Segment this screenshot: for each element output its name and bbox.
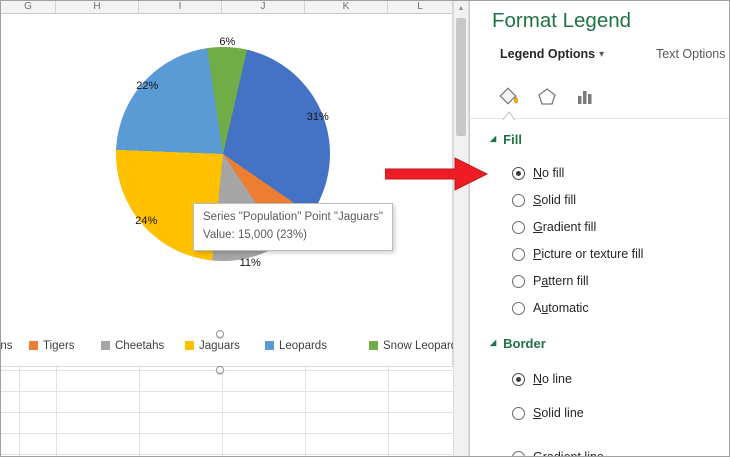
radio-label: No fill xyxy=(533,166,565,180)
tooltip-line2: Value: 15,000 (23%) xyxy=(203,228,307,241)
worksheet-grid[interactable] xyxy=(1,367,453,456)
radio-button[interactable] xyxy=(512,274,525,288)
pentagon-icon xyxy=(538,88,556,105)
radio-solid-fill[interactable]: Solid fill xyxy=(512,192,576,208)
radio-button[interactable] xyxy=(512,301,525,315)
collapse-triangle-icon: ◢ xyxy=(490,337,497,347)
size-properties-tab[interactable] xyxy=(570,83,600,111)
column-header[interactable]: K xyxy=(305,1,388,13)
text-options-tab[interactable]: Text Options xyxy=(656,47,725,61)
radio-label: Gradient line xyxy=(533,450,604,457)
legend-options-dropdown[interactable]: Legend Options ▾ xyxy=(500,47,604,61)
radio-label: Picture or texture fill xyxy=(533,247,644,261)
active-tab-caret xyxy=(502,111,516,120)
legend-swatch xyxy=(369,341,378,350)
vertical-scrollbar[interactable]: ▲ xyxy=(453,1,469,456)
legend-item[interactable]: Leopards xyxy=(265,337,327,354)
chevron-down-icon: ▾ xyxy=(599,48,605,60)
excel-window: G H I J K L 31%6%11%24%22%6% Lions Tiger… xyxy=(0,0,730,457)
bar-chart-icon xyxy=(578,91,592,104)
panel-title: Format Legend xyxy=(492,9,632,32)
border-section-title: Border xyxy=(503,335,546,351)
radio-label: No line xyxy=(533,372,572,386)
radio-button[interactable] xyxy=(512,450,525,456)
legend-item[interactable]: Snow Leopards xyxy=(369,337,453,354)
legend-item[interactable]: Cheetahs xyxy=(101,337,164,354)
radio-gradient-fill[interactable]: Gradient fill xyxy=(512,219,596,235)
legend-label: Jaguars xyxy=(199,339,240,352)
selection-handle-top[interactable] xyxy=(216,330,224,338)
paint-bucket-icon xyxy=(499,87,518,105)
border-section-header[interactable]: ◢ Border xyxy=(490,335,546,351)
column-header[interactable]: G xyxy=(1,1,56,13)
scrollbar-thumb[interactable] xyxy=(456,18,466,136)
legend-options-label: Legend Options xyxy=(500,47,596,61)
chart-legend: Lions Tigers Cheetahs Jaguars Leopards S… xyxy=(1,337,453,354)
legend-item[interactable]: Lions xyxy=(1,337,13,354)
radio-button[interactable] xyxy=(512,247,525,261)
column-header[interactable]: H xyxy=(56,1,139,13)
radio-button[interactable] xyxy=(512,372,525,386)
radio-label: Solid fill xyxy=(533,193,577,207)
fill-section-header[interactable]: ◢ Fill xyxy=(490,131,522,147)
selection-handle-bottom[interactable] xyxy=(216,366,224,374)
legend-label: Snow Leopards xyxy=(383,339,453,352)
column-header[interactable]: J xyxy=(222,1,305,13)
collapse-triangle-icon: ◢ xyxy=(490,133,497,143)
column-header-row: G H I J K L xyxy=(1,1,453,14)
radio-button[interactable] xyxy=(512,193,525,207)
radio-button[interactable] xyxy=(512,166,525,180)
legend-label: Lions xyxy=(1,339,13,352)
fill-section-title: Fill xyxy=(503,131,522,147)
legend-swatch xyxy=(29,341,38,350)
radio-no-line[interactable]: No line xyxy=(512,371,572,387)
legend-label: Tigers xyxy=(43,339,75,352)
pie-data-label: 6% xyxy=(219,35,236,48)
legend-item[interactable]: Jaguars xyxy=(185,337,240,354)
column-header[interactable]: I xyxy=(139,1,222,13)
radio-no-fill[interactable]: No fill xyxy=(512,165,564,181)
fill-and-line-tab[interactable] xyxy=(494,83,524,111)
radio-label: Gradient fill xyxy=(533,220,597,234)
scroll-up-icon[interactable]: ▲ xyxy=(454,1,468,16)
radio-label: Pattern fill xyxy=(533,274,589,288)
radio-label: Solid line xyxy=(533,406,584,420)
effects-tab[interactable] xyxy=(532,83,562,111)
legend-swatch xyxy=(185,341,194,350)
radio-solid-line[interactable]: Solid line xyxy=(512,405,584,421)
legend-swatch xyxy=(265,341,274,350)
radio-automatic[interactable]: Automatic xyxy=(512,300,589,316)
radio-button[interactable] xyxy=(512,220,525,234)
chart-tooltip: Series "Population" Point "Jaguars" Valu… xyxy=(193,203,393,251)
legend-label: Leopards xyxy=(279,339,327,352)
radio-button[interactable] xyxy=(512,406,525,420)
legend-label: Cheetahs xyxy=(115,339,165,352)
column-header[interactable]: L xyxy=(388,1,453,13)
radio-label: Automatic xyxy=(533,301,589,315)
legend-item[interactable]: Tigers xyxy=(29,337,75,354)
legend-swatch xyxy=(101,341,110,350)
format-legend-pane: Format Legend Legend Options ▾ Text Opti… xyxy=(469,1,729,457)
radio-picture-or-texture-fill[interactable]: Picture or texture fill xyxy=(512,246,643,262)
radio-pattern-fill[interactable]: Pattern fill xyxy=(512,273,589,289)
tooltip-line1: Series "Population" Point "Jaguars" xyxy=(203,211,383,223)
radio-gradient-line[interactable]: Gradient line xyxy=(512,449,604,457)
red-arrow-icon xyxy=(385,157,489,191)
